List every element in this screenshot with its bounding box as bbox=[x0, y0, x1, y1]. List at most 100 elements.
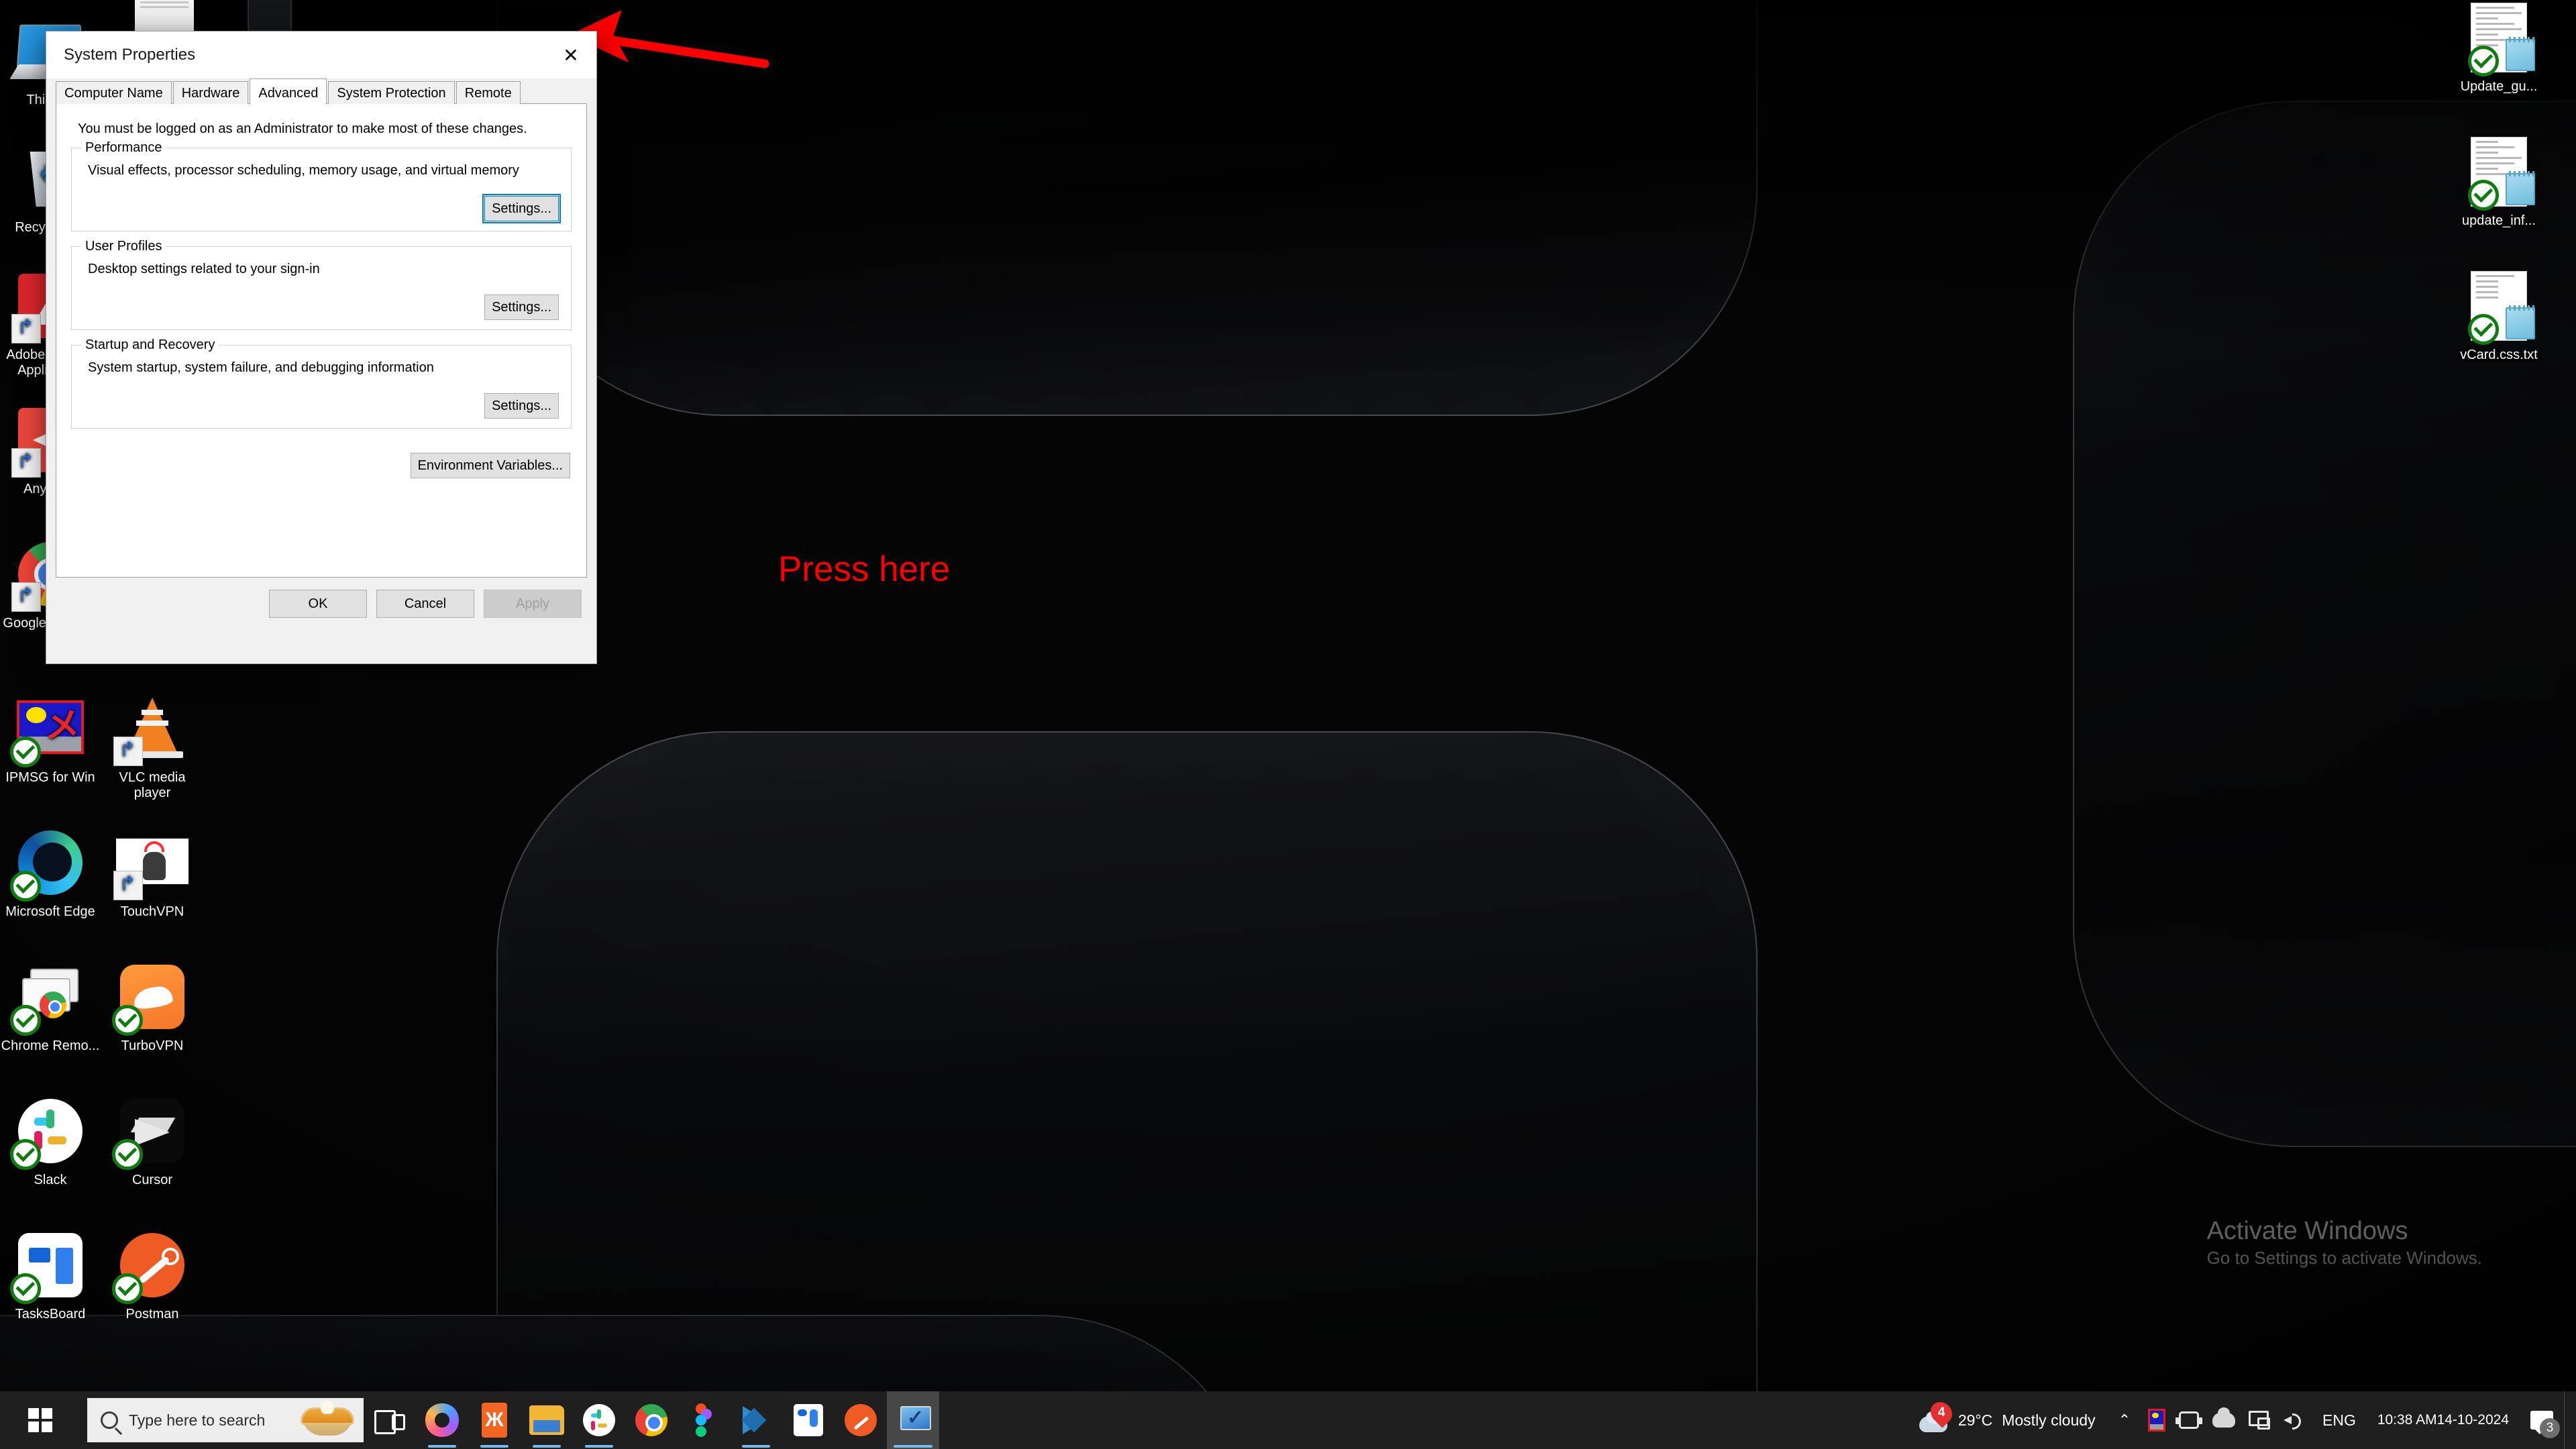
tab-advanced[interactable]: Advanced bbox=[250, 78, 327, 104]
tab-system-protection[interactable]: System Protection bbox=[328, 81, 455, 104]
tray-icon-ipmsg[interactable] bbox=[2141, 1391, 2172, 1449]
desktop-icon-vcard-css-txt[interactable]: vCard.css.txt bbox=[2449, 268, 2549, 363]
desktop-icon-label: Postman bbox=[125, 1307, 179, 1322]
desktop-icon-vlc-media-player[interactable]: VLC media player bbox=[102, 691, 203, 801]
vlc-media-player-icon bbox=[113, 691, 190, 766]
tab-computer-name[interactable]: Computer Name bbox=[56, 81, 172, 104]
system-properties-dialog[interactable]: System Properties ✕ Computer Name Hardwa… bbox=[46, 31, 597, 664]
notification-count-badge: 3 bbox=[2540, 1418, 2560, 1438]
taskbar-file-explorer[interactable] bbox=[521, 1391, 573, 1449]
slack-icon bbox=[583, 1404, 615, 1436]
search-input[interactable]: Type here to search bbox=[87, 1398, 364, 1442]
notification-center-button[interactable]: 3 bbox=[2520, 1391, 2564, 1449]
tray-icon-onedrive[interactable] bbox=[2206, 1391, 2242, 1449]
user-profiles-group: User Profiles Desktop settings related t… bbox=[71, 238, 572, 330]
desktop-icon-label: TasksBoard bbox=[15, 1307, 86, 1322]
close-icon[interactable]: ✕ bbox=[545, 32, 596, 78]
desktop-icon-label: TouchVPN bbox=[120, 904, 184, 919]
turbovpn-icon bbox=[112, 959, 190, 1036]
tab-hardware[interactable]: Hardware bbox=[172, 81, 249, 104]
desktop-icon-label: Microsoft Edge bbox=[5, 904, 95, 919]
taskbar-tasksboard[interactable] bbox=[782, 1391, 835, 1449]
sync-check-overlay-icon bbox=[2468, 46, 2499, 76]
advanced-tab-page: You must be logged on as an Administrato… bbox=[56, 104, 587, 578]
taskbar-copilot[interactable] bbox=[416, 1391, 468, 1449]
taskbar-slack[interactable] bbox=[573, 1391, 625, 1449]
desktop-icon-cursor[interactable]: Cursor bbox=[102, 1093, 203, 1188]
sync-check-overlay-icon bbox=[10, 1005, 41, 1036]
apply-button: Apply bbox=[484, 590, 582, 618]
desktop-icon-update-info[interactable]: update_inf... bbox=[2449, 134, 2549, 229]
start-button[interactable] bbox=[0, 1391, 80, 1449]
desktop-icon-label: Cursor bbox=[131, 1173, 172, 1187]
user-profiles-settings-button[interactable]: Settings... bbox=[484, 294, 559, 320]
performance-group: Performance Visual effects, processor sc… bbox=[71, 140, 572, 231]
taskbar-visual-studio-code[interactable] bbox=[730, 1391, 782, 1449]
desktop-icon-label: vCard.css.txt bbox=[2460, 347, 2538, 362]
dialog-footer: OK Cancel Apply bbox=[46, 578, 596, 630]
desktop-icon-touchvpn[interactable]: TouchVPN bbox=[102, 825, 203, 920]
ok-button[interactable]: OK bbox=[269, 590, 367, 618]
cancel-button[interactable]: Cancel bbox=[376, 590, 474, 618]
dialog-tabstrip[interactable]: Computer Name Hardware Advanced System P… bbox=[56, 78, 587, 104]
windows-logo-icon bbox=[28, 1408, 52, 1432]
environment-variables-button[interactable]: Environment Variables... bbox=[410, 453, 570, 478]
sync-check-overlay-icon bbox=[2468, 180, 2499, 211]
language-indicator[interactable]: ENG bbox=[2312, 1391, 2367, 1449]
taskbar[interactable]: Type here to search Ж ✓ 4 29°C Mostly cl… bbox=[0, 1391, 2576, 1449]
taskbar-system-properties[interactable] bbox=[887, 1391, 939, 1449]
group-description: System startup, system failure, and debu… bbox=[88, 360, 434, 375]
task-view-button[interactable] bbox=[364, 1391, 416, 1449]
taskbar-figma[interactable] bbox=[678, 1391, 730, 1449]
volume-tray-icon bbox=[2284, 1411, 2305, 1430]
desktop-icon-label: VLC media player bbox=[119, 770, 186, 800]
desktop-icon-microsoft-edge[interactable]: Microsoft Edge bbox=[0, 825, 101, 920]
slack-icon bbox=[10, 1093, 88, 1170]
activate-windows-watermark: Activate Windows Go to Settings to activ… bbox=[2207, 1216, 2482, 1269]
postman-icon bbox=[112, 1228, 190, 1304]
desktop[interactable]: This PC Recycle Bin Adobe Acrobat Applic… bbox=[0, 0, 2576, 1449]
weather-widget[interactable]: 4 29°C Mostly cloudy bbox=[1900, 1391, 2108, 1449]
group-button-row: Settings... bbox=[84, 294, 559, 320]
tray-icon-camera[interactable] bbox=[2172, 1391, 2206, 1449]
desktop-icon-tasksboard[interactable]: TasksBoard bbox=[0, 1228, 101, 1322]
performance-settings-button[interactable]: Settings... bbox=[482, 194, 561, 223]
tab-remote[interactable]: Remote bbox=[455, 81, 521, 104]
startup-recovery-settings-button[interactable]: Settings... bbox=[484, 393, 559, 419]
tray-icon-volume[interactable] bbox=[2277, 1391, 2312, 1449]
taskbar-orange-app[interactable]: Ж bbox=[468, 1391, 521, 1449]
onedrive-tray-icon bbox=[2212, 1407, 2235, 1428]
microsoft-edge-icon bbox=[10, 825, 88, 902]
desktop-icon-ipmsg-for-win[interactable]: IPMSG for Win bbox=[0, 691, 101, 786]
cursor-icon bbox=[112, 1093, 190, 1170]
tray-icon-network[interactable] bbox=[2242, 1391, 2277, 1449]
tasksboard-icon bbox=[794, 1404, 823, 1436]
sync-check-overlay-icon bbox=[112, 1139, 143, 1170]
desktop-icon-slack[interactable]: Slack bbox=[0, 1093, 101, 1188]
desktop-icon-turbovpn[interactable]: TurboVPN bbox=[102, 959, 203, 1054]
startup-recovery-group: Startup and Recovery System startup, sys… bbox=[71, 337, 572, 429]
system-properties-icon bbox=[896, 1405, 931, 1436]
text-file-icon bbox=[2461, 134, 2536, 211]
weather-temperature: 29°C bbox=[1957, 1411, 1993, 1429]
camera-tray-icon bbox=[2176, 1411, 2202, 1429]
desktop-icon-update-guide[interactable]: Update_gu... bbox=[2449, 0, 2549, 95]
taskbar-google-chrome[interactable] bbox=[625, 1391, 678, 1449]
desktop-icon-chrome-remote-desktop[interactable]: Chrome Remo... bbox=[0, 959, 101, 1054]
show-desktop-button[interactable] bbox=[2564, 1391, 2571, 1449]
taskbar-postman[interactable] bbox=[835, 1391, 887, 1449]
desktop-icon-postman[interactable]: Postman bbox=[102, 1228, 203, 1322]
clock[interactable]: 10:38 AM 14-10-2024 bbox=[2367, 1391, 2520, 1449]
figma-icon bbox=[696, 1403, 712, 1437]
desktop-icon-label: update_inf... bbox=[2461, 213, 2536, 228]
dialog-title-bar[interactable]: System Properties ✕ bbox=[46, 32, 596, 78]
show-hidden-icons-button[interactable]: ⌃ bbox=[2108, 1391, 2141, 1449]
system-tray[interactable]: 4 29°C Mostly cloudy ⌃ ENG 10:38 AM 14-1… bbox=[1900, 1391, 2576, 1449]
clock-date: 14-10-2024 bbox=[2436, 1412, 2509, 1428]
sync-check-overlay-icon bbox=[10, 1139, 41, 1170]
search-icon bbox=[101, 1411, 118, 1429]
desktop-icon-label: TurboVPN bbox=[121, 1038, 184, 1053]
copilot-icon bbox=[425, 1403, 459, 1437]
weather-description: Mostly cloudy bbox=[2002, 1411, 2096, 1429]
desktop-icon-label: Chrome Remo... bbox=[1, 1038, 100, 1053]
